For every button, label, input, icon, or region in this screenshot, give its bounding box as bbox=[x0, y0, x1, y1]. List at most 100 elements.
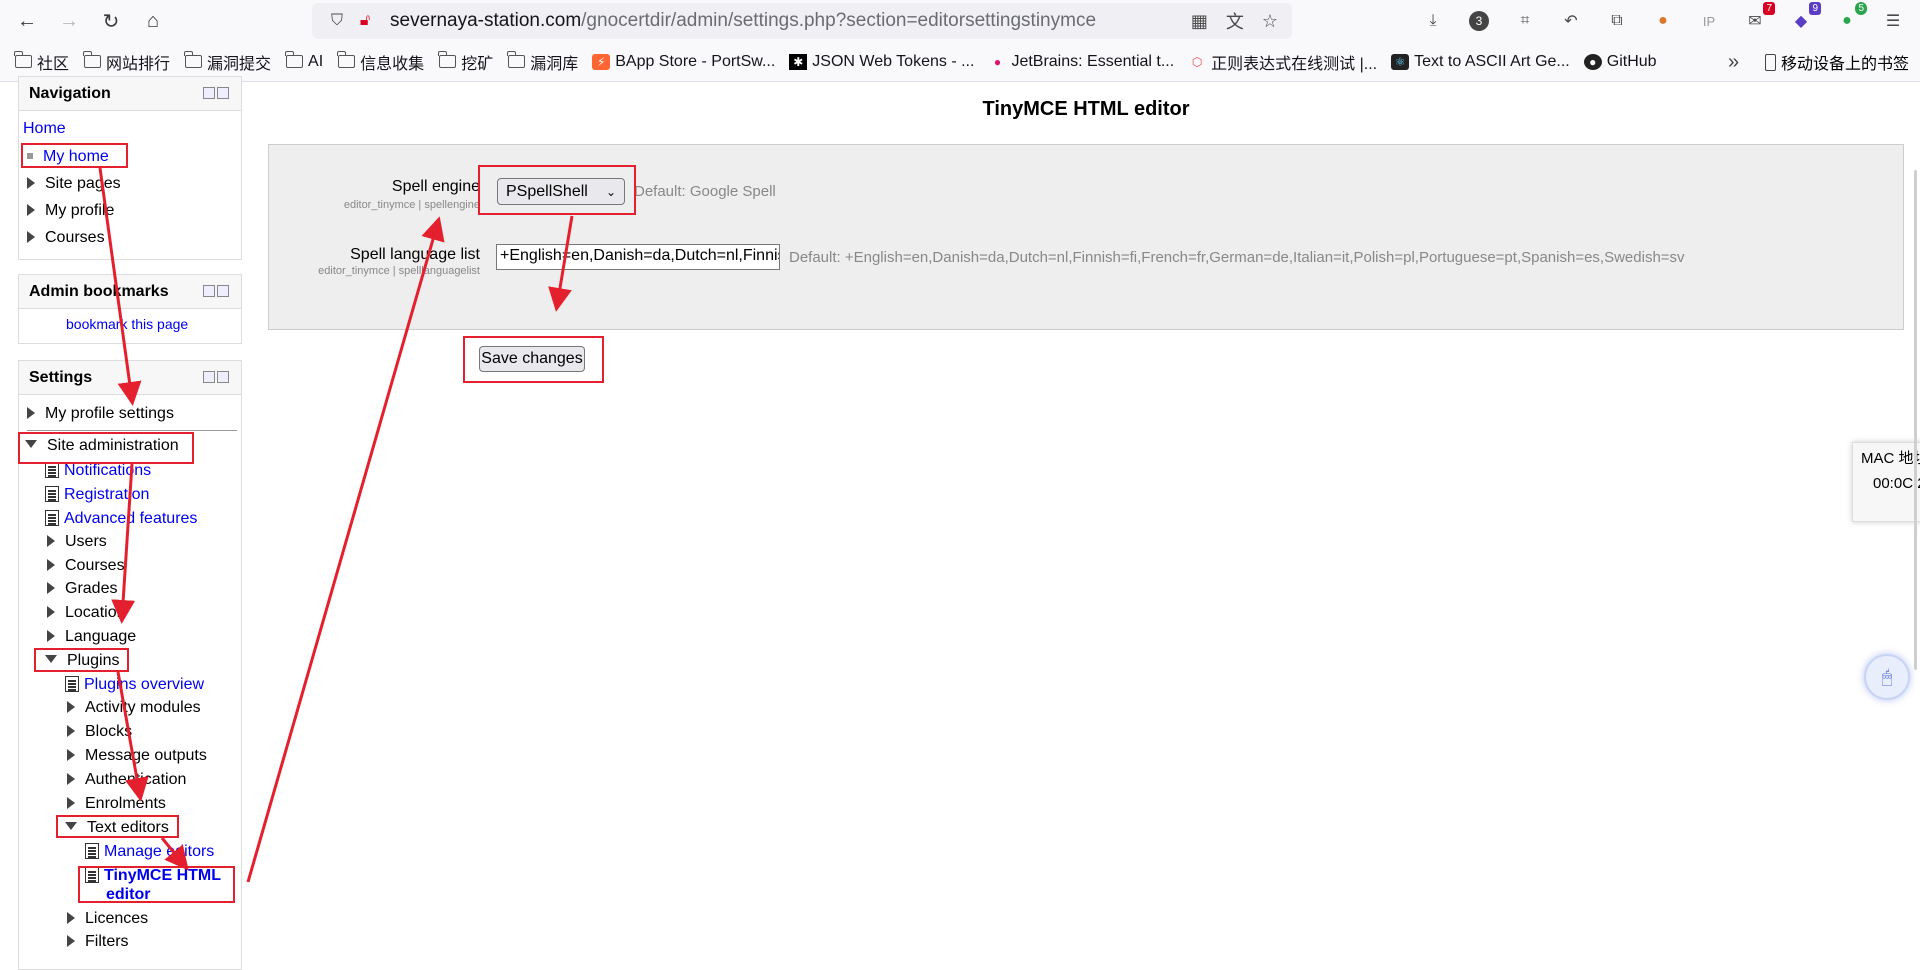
blocks-node[interactable]: Blocks bbox=[67, 723, 132, 741]
registration-link[interactable]: Registration bbox=[45, 486, 149, 504]
folder-icon bbox=[183, 51, 202, 68]
page-icon bbox=[85, 843, 99, 859]
bookmark-link[interactable]: ● GitHub bbox=[1583, 52, 1657, 71]
bookmark-link[interactable]: ⚛ Text to ASCII Art Ge... bbox=[1391, 53, 1570, 71]
admin-bookmarks-block: Admin bookmarks bbox=[18, 274, 242, 344]
folder-icon bbox=[13, 51, 32, 68]
admin-bookmarks-header: Admin bookmarks bbox=[19, 275, 241, 309]
bookmark-link[interactable]: ✱ JSON Web Tokens - ... bbox=[789, 53, 974, 71]
nav-courses[interactable]: Courses bbox=[27, 229, 105, 247]
tree-label: Manage editors bbox=[104, 843, 215, 860]
spell-language-label: Spell language list bbox=[350, 246, 480, 263]
diamond-extension-icon[interactable]: ◆ 9 bbox=[1788, 2, 1821, 34]
notification-extension-icon[interactable]: ✉ 7 bbox=[1742, 2, 1775, 34]
bookmark-folder[interactable]: 信息收集 bbox=[337, 50, 424, 74]
bookmark-label: 挖矿 bbox=[461, 55, 494, 73]
bookmark-folder[interactable]: 社区 bbox=[13, 50, 69, 74]
filters-node[interactable]: Filters bbox=[67, 933, 129, 951]
menu-icon[interactable]: ☰ bbox=[1880, 8, 1906, 34]
collapse-block-icon[interactable] bbox=[203, 87, 215, 99]
grades-node[interactable]: Grades bbox=[47, 580, 117, 598]
spell-engine-sub: editor_tinymce | spellengine bbox=[343, 199, 480, 211]
authentication-node[interactable]: Authentication bbox=[67, 771, 186, 789]
dock-block-icon[interactable] bbox=[217, 371, 229, 383]
bookmark-this-page-link[interactable]: bookmark this page bbox=[66, 316, 188, 332]
collapse-block-icon[interactable] bbox=[203, 371, 215, 383]
forward-button[interactable]: → bbox=[54, 6, 84, 36]
courses-node[interactable]: Courses bbox=[47, 557, 125, 575]
nav-site-pages[interactable]: Site pages bbox=[27, 175, 121, 193]
reload-button[interactable]: ↻ bbox=[96, 6, 126, 36]
address-bar[interactable]: ⛉ 🔓︎ severnaya-station.com/gnocertdir/ad… bbox=[312, 3, 1292, 39]
block-controls[interactable] bbox=[203, 87, 229, 99]
translate-icon[interactable]: 文 bbox=[1226, 8, 1244, 34]
mac-popup-value: 00:0C:2 bbox=[1873, 475, 1920, 492]
back-arrow-icon: ← bbox=[17, 9, 37, 32]
star-bookmark-icon[interactable]: ☆ bbox=[1262, 11, 1278, 32]
ip-extension-icon[interactable]: IP bbox=[1696, 8, 1722, 34]
more-bookmarks-chevron-icon[interactable]: » bbox=[1728, 42, 1739, 82]
mobile-bookmarks[interactable]: 移动设备上的书签 bbox=[1765, 42, 1909, 82]
back-button[interactable]: ← bbox=[12, 6, 42, 36]
browser-toolbar: ← → ↻ ⌂ ⛉ 🔓︎ severnaya-station.com/gnoce… bbox=[0, 0, 1920, 42]
bookmarks-bar: 社区 网站排行 漏洞提交 AI 信息收集 挖矿 漏洞库 ⚡ BApp Store … bbox=[0, 42, 1920, 82]
extension-badge-icon[interactable]: 3 bbox=[1466, 8, 1492, 34]
licences-node[interactable]: Licences bbox=[67, 910, 148, 928]
location-node[interactable]: Location bbox=[47, 604, 126, 622]
bookmark-link[interactable]: ⚡ BApp Store - PortSw... bbox=[592, 53, 775, 71]
crop-icon[interactable]: ⌗ bbox=[1512, 8, 1538, 34]
bookmark-folder[interactable]: 网站排行 bbox=[82, 50, 170, 74]
block-controls[interactable] bbox=[203, 285, 229, 297]
activity-modules-node[interactable]: Activity modules bbox=[67, 699, 201, 717]
advanced-features-link[interactable]: Advanced features bbox=[45, 510, 197, 528]
fox-extension-icon[interactable]: ● bbox=[1650, 8, 1676, 34]
regex-icon: ⬡ bbox=[1191, 54, 1203, 69]
nav-home-link[interactable]: Home bbox=[23, 120, 66, 138]
page-icon bbox=[45, 486, 59, 502]
shield-icon[interactable]: ⛉ bbox=[326, 10, 348, 32]
url-host: severnaya-station.com bbox=[390, 10, 582, 31]
collapse-block-icon[interactable] bbox=[203, 285, 215, 297]
bookmark-link[interactable]: ● JetBrains: Essential t... bbox=[988, 53, 1174, 71]
bookmark-folder[interactable]: 漏洞提交 bbox=[183, 50, 271, 74]
tree-label: Users bbox=[65, 533, 107, 550]
spell-language-input[interactable]: +English=en,Danish=da,Dutch=nl,Finnish=f… bbox=[496, 244, 780, 270]
bookmark-folder[interactable]: 漏洞库 bbox=[507, 50, 578, 74]
annotation-box-plugins bbox=[34, 648, 129, 672]
forward-arrow-icon: → bbox=[59, 9, 79, 32]
toggle-extension-icon[interactable]: ● 5 bbox=[1834, 2, 1867, 34]
expand-arrow-icon bbox=[67, 797, 75, 809]
insecure-lock-icon[interactable]: 🔓︎ bbox=[354, 10, 376, 32]
manage-editors-link[interactable]: Manage editors bbox=[85, 843, 214, 861]
folder-icon bbox=[438, 51, 456, 68]
tree-label: Registration bbox=[64, 486, 150, 503]
dock-block-icon[interactable] bbox=[217, 87, 229, 99]
home-button[interactable]: ⌂ bbox=[138, 6, 168, 36]
bookmark-folder[interactable]: 挖矿 bbox=[438, 50, 493, 74]
notifications-link[interactable]: Notifications bbox=[45, 462, 151, 480]
users-node[interactable]: Users bbox=[47, 533, 107, 551]
dock-block-icon[interactable] bbox=[217, 285, 229, 297]
language-node[interactable]: Language bbox=[47, 628, 136, 646]
download-icon[interactable]: ⤓ bbox=[1420, 8, 1446, 34]
plugins-overview-link[interactable]: Plugins overview bbox=[65, 676, 204, 694]
undo-icon[interactable]: ↶ bbox=[1558, 8, 1584, 34]
bookmark-link[interactable]: ⬡ 正则表达式在线测试 |... bbox=[1188, 50, 1377, 74]
bookmark-folder[interactable]: AI bbox=[284, 51, 323, 71]
annotation-box-site-administration bbox=[18, 432, 194, 464]
url-path: /gnocertdir/admin/settings.php?section=e… bbox=[581, 10, 1097, 31]
nav-my-profile[interactable]: My profile bbox=[27, 202, 114, 220]
tree-label: Authentication bbox=[85, 771, 187, 788]
page-scrollbar[interactable] bbox=[1914, 170, 1917, 670]
my-profile-settings[interactable]: My profile settings bbox=[27, 405, 174, 423]
mac-popup-title: MAC 地址 bbox=[1861, 450, 1920, 467]
block-controls[interactable] bbox=[203, 371, 229, 383]
url-text[interactable]: severnaya-station.com/gnocertdir/admin/s… bbox=[390, 10, 1096, 32]
puzzle-extension-icon[interactable]: ⧉ bbox=[1604, 8, 1630, 34]
floating-assistant-icon[interactable]: 🖱︎ bbox=[1864, 654, 1910, 700]
message-outputs-node[interactable]: Message outputs bbox=[67, 747, 207, 765]
enrolments-node[interactable]: Enrolments bbox=[67, 795, 166, 813]
admin-bookmarks-title: Admin bookmarks bbox=[29, 282, 169, 300]
bookmark-label: GitHub bbox=[1606, 52, 1657, 70]
qr-code-icon[interactable]: ▦ bbox=[1191, 11, 1208, 32]
